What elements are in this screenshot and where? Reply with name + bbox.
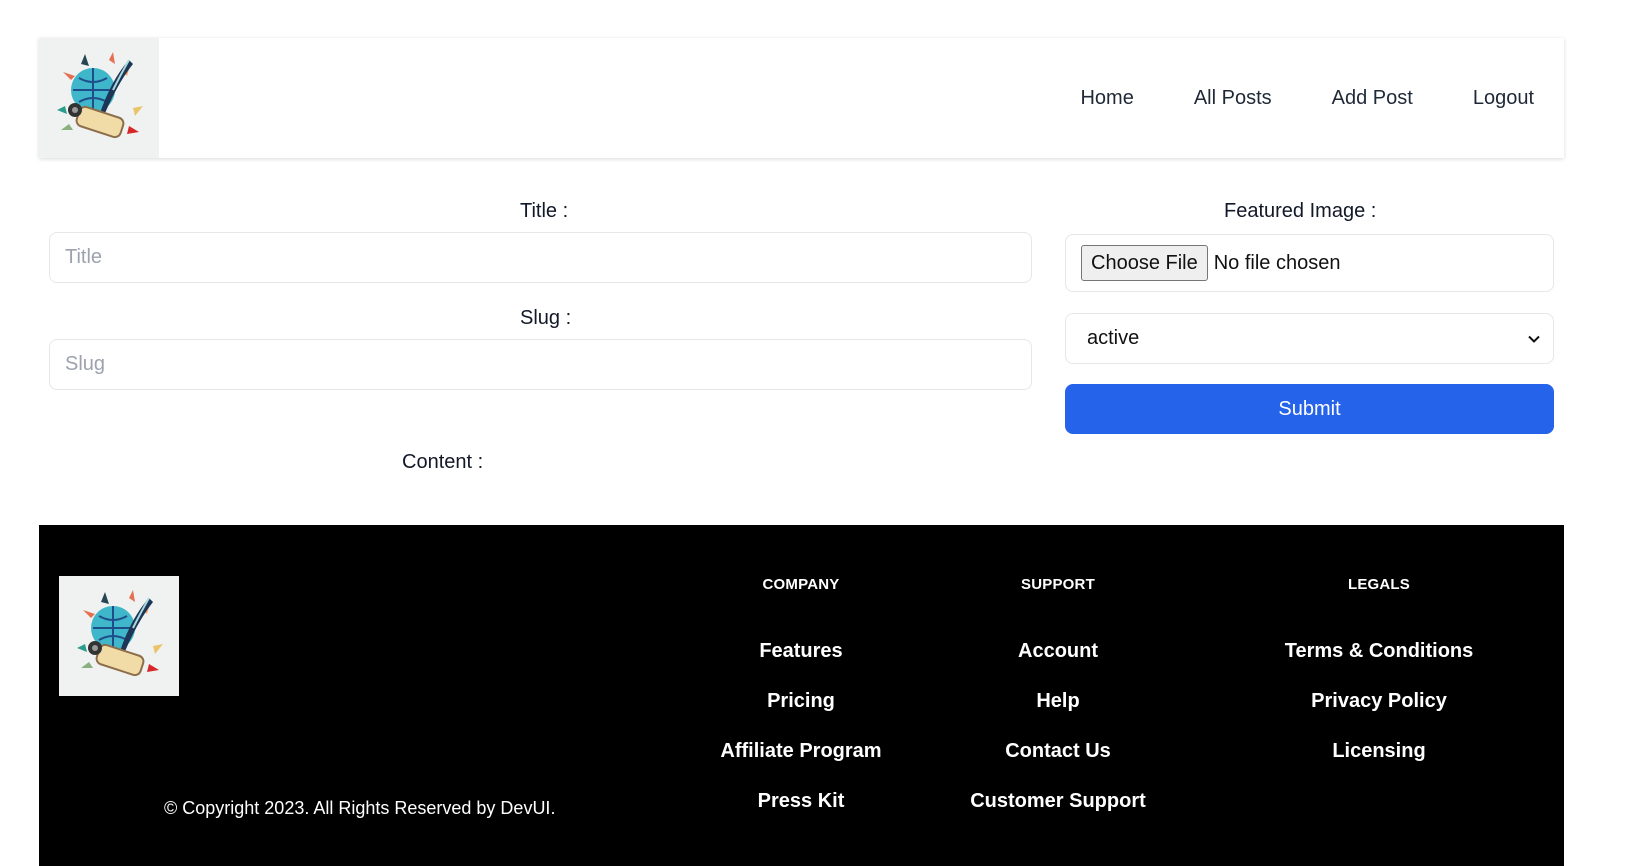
file-status-text: No file chosen	[1213, 251, 1341, 274]
footer-link-contact-us[interactable]: Contact Us	[970, 741, 1146, 791]
nav-home-link[interactable]: Home	[1080, 87, 1133, 110]
footer-link-features[interactable]: Features	[720, 641, 881, 691]
footer-link-press-kit[interactable]: Press Kit	[720, 791, 881, 841]
top-navbar: Home All Posts Add Post Logout	[39, 38, 1564, 158]
slug-label: Slug :	[520, 307, 572, 329]
footer-column-company: COMPANY Features Pricing Affiliate Progr…	[720, 575, 881, 841]
site-footer: © Copyright 2023. All Rights Reserved by…	[39, 525, 1564, 866]
featured-image-file-input[interactable]: Choose File No file chosen	[1065, 234, 1554, 292]
footer-link-customer-support[interactable]: Customer Support	[970, 791, 1146, 841]
main-nav: Home All Posts Add Post Logout	[1020, 87, 1564, 110]
quill-globe-logo-icon	[57, 52, 143, 139]
footer-link-pricing[interactable]: Pricing	[720, 691, 881, 741]
nav-all-posts-link[interactable]: All Posts	[1194, 87, 1272, 110]
status-select-value: active	[1087, 327, 1140, 349]
footer-link-affiliate-program[interactable]: Affiliate Program	[720, 741, 881, 791]
footer-heading-company: COMPANY	[762, 576, 840, 593]
content-label: Content :	[402, 451, 484, 473]
nav-logout-link[interactable]: Logout	[1473, 87, 1534, 110]
quill-globe-logo-icon	[77, 590, 163, 677]
copyright-text: © Copyright 2023. All Rights Reserved by…	[164, 798, 556, 818]
nav-add-post-link[interactable]: Add Post	[1332, 87, 1413, 110]
slug-input[interactable]	[49, 339, 1032, 390]
footer-link-account[interactable]: Account	[970, 641, 1146, 691]
status-select[interactable]: active	[1065, 313, 1554, 364]
footer-heading-legals: LEGALS	[1347, 576, 1411, 593]
submit-button[interactable]: Submit	[1065, 384, 1554, 434]
footer-link-help[interactable]: Help	[970, 691, 1146, 741]
footer-logo[interactable]	[59, 576, 179, 696]
title-input[interactable]	[49, 232, 1032, 283]
title-label: Title :	[520, 200, 569, 222]
site-logo[interactable]	[39, 38, 159, 158]
featured-image-label: Featured Image :	[1224, 200, 1377, 222]
footer-link-privacy-policy[interactable]: Privacy Policy	[1285, 691, 1474, 741]
footer-heading-support: SUPPORT	[1021, 576, 1095, 593]
chevron-down-icon	[1528, 335, 1540, 343]
footer-column-support: SUPPORT Account Help Contact Us Customer…	[970, 575, 1146, 841]
footer-column-legals: LEGALS Terms & Conditions Privacy Policy…	[1285, 575, 1474, 791]
choose-file-button[interactable]: Choose File	[1081, 245, 1208, 281]
footer-link-licensing[interactable]: Licensing	[1285, 741, 1474, 791]
page: Home All Posts Add Post Logout Title : S…	[0, 0, 1646, 866]
footer-link-terms-conditions[interactable]: Terms & Conditions	[1285, 641, 1474, 691]
